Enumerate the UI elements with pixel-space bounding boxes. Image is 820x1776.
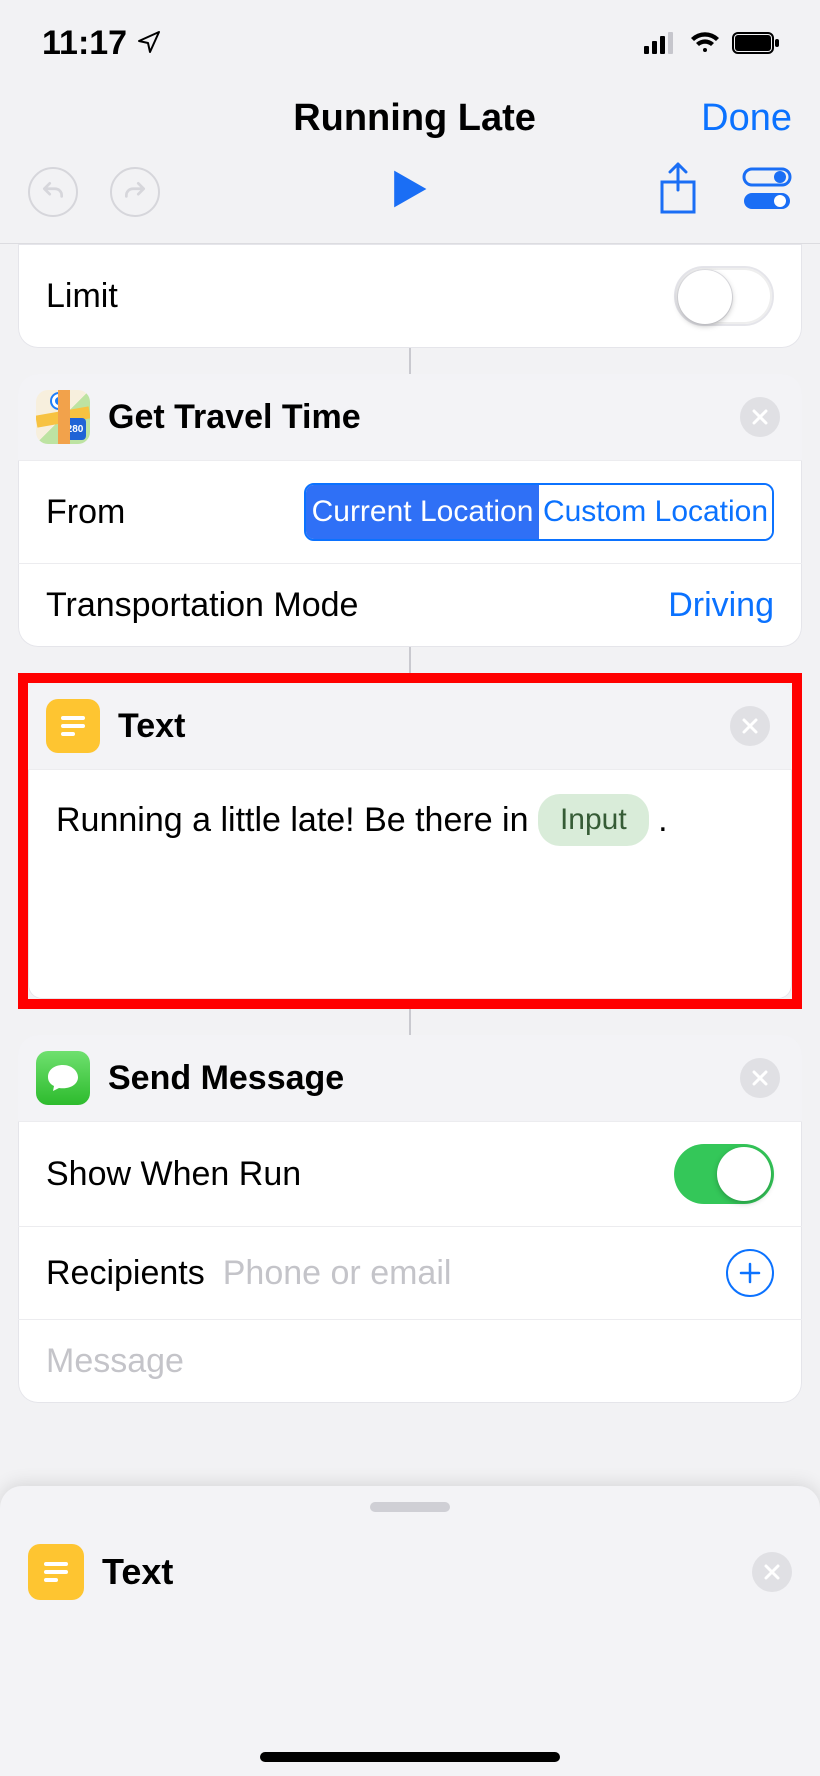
share-button[interactable]	[656, 162, 700, 221]
text-body-suffix: .	[658, 801, 667, 839]
show-when-run-label: Show When Run	[46, 1155, 301, 1194]
battery-icon	[732, 24, 780, 63]
location-icon	[137, 24, 161, 63]
delete-send-message-button[interactable]	[740, 1058, 780, 1098]
drawer-grabber[interactable]	[370, 1502, 450, 1512]
text-icon	[46, 699, 100, 753]
run-button[interactable]	[385, 166, 431, 217]
text-body[interactable]: Running a little late! Be there in Input…	[28, 769, 792, 999]
cellular-icon	[644, 24, 678, 63]
segment-custom-location[interactable]: Custom Location	[539, 485, 772, 539]
get-travel-time-card: 280 Get Travel Time From Current Locatio…	[18, 374, 802, 647]
delete-text-action-button[interactable]	[730, 706, 770, 746]
input-token[interactable]: Input	[538, 794, 649, 846]
transportation-mode-label: Transportation Mode	[46, 586, 358, 625]
message-field[interactable]: Message	[18, 1319, 802, 1403]
add-recipient-button[interactable]	[726, 1249, 774, 1297]
editor-toolbar	[0, 158, 820, 244]
recipients-placeholder[interactable]: Phone or email	[223, 1254, 452, 1293]
drawer-action-text[interactable]: Text	[102, 1551, 752, 1593]
settings-toggle-button[interactable]	[742, 167, 792, 216]
segment-current-location[interactable]: Current Location	[306, 485, 539, 539]
text-body-prefix: Running a little late! Be there in	[56, 801, 538, 839]
text-action-title: Text	[118, 707, 730, 746]
status-time: 11:17	[42, 24, 127, 63]
annotation-highlight: Text Running a little late! Be there in …	[18, 673, 802, 1009]
drawer-close-button[interactable]	[752, 1552, 792, 1592]
actions-drawer[interactable]: Text	[0, 1486, 820, 1776]
send-message-title: Send Message	[108, 1059, 740, 1098]
maps-icon: 280	[36, 390, 90, 444]
text-action-card: Text Running a little late! Be there in …	[28, 683, 792, 999]
show-when-run-toggle[interactable]	[674, 1144, 774, 1204]
connector	[409, 348, 411, 374]
redo-button[interactable]	[110, 167, 160, 217]
connector	[409, 647, 411, 673]
undo-button[interactable]	[28, 167, 78, 217]
transportation-mode-value[interactable]: Driving	[668, 586, 774, 625]
page-title: Running Late	[128, 97, 701, 140]
recipients-label: Recipients	[46, 1254, 205, 1293]
text-icon	[28, 1544, 84, 1600]
home-indicator[interactable]	[260, 1752, 560, 1762]
delete-travel-time-button[interactable]	[740, 397, 780, 437]
messages-icon	[36, 1051, 90, 1105]
limit-toggle[interactable]	[674, 266, 774, 326]
from-label: From	[46, 493, 125, 532]
from-segmented[interactable]: Current Location Custom Location	[304, 483, 774, 541]
travel-time-title: Get Travel Time	[108, 398, 740, 437]
status-bar: 11:17	[0, 0, 820, 71]
done-button[interactable]: Done	[701, 97, 792, 140]
nav-bar: Running Late Done	[0, 71, 820, 158]
connector	[409, 1009, 411, 1035]
limit-card: Limit	[18, 244, 802, 348]
wifi-icon	[690, 24, 720, 63]
limit-label: Limit	[46, 277, 118, 316]
send-message-card: Send Message Show When Run Recipients Ph…	[18, 1035, 802, 1403]
